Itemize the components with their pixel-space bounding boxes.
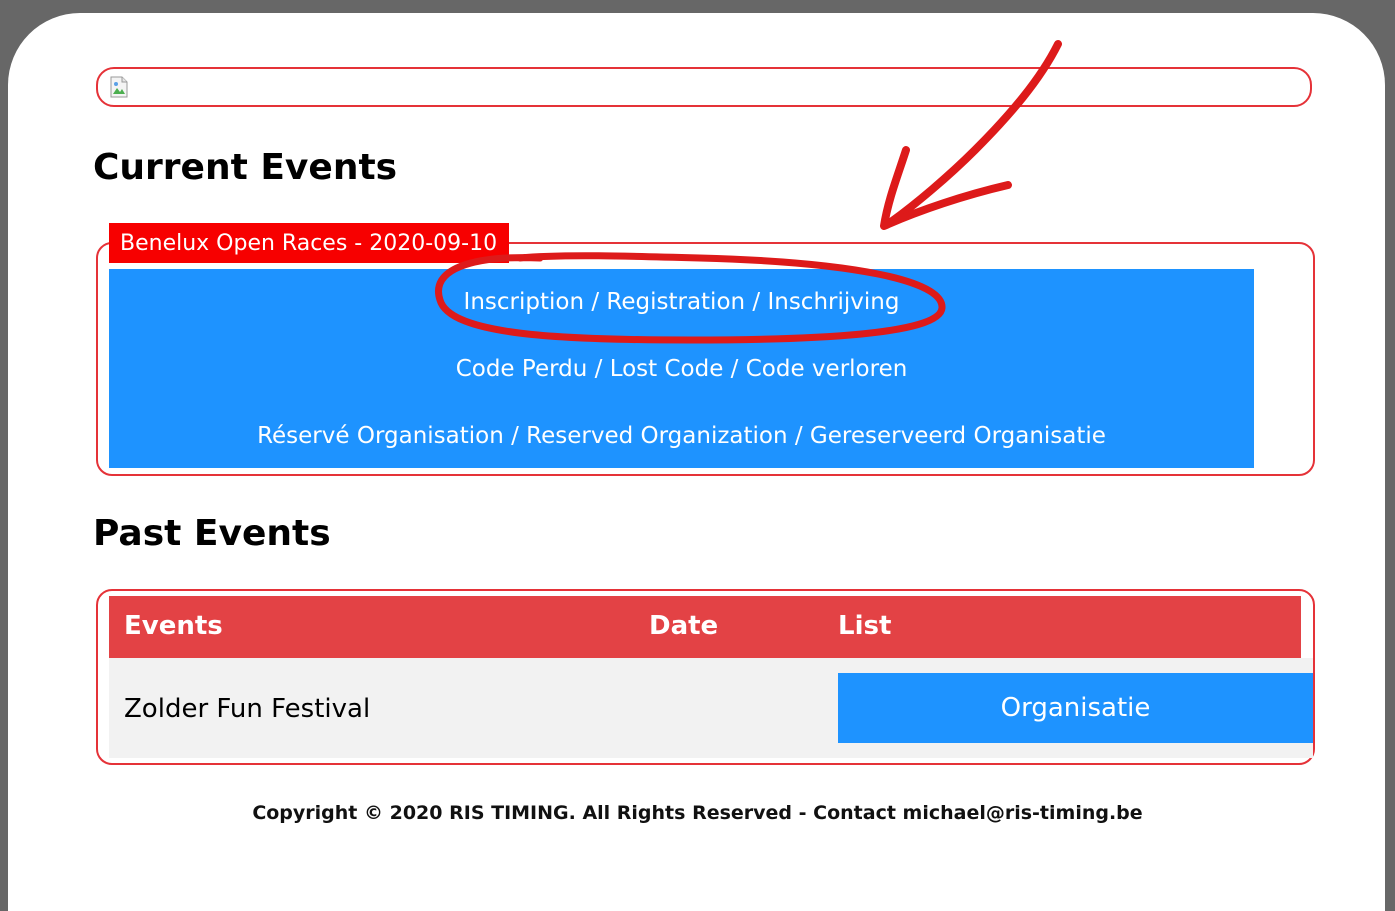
event-name-date-label: Benelux Open Races - 2020-09-10 (109, 223, 510, 263)
reserved-organization-link[interactable]: Réservé Organisation / Reserved Organiza… (109, 423, 1254, 449)
footer-copyright: Copyright © 2020 RIS TIMING. All Rights … (252, 802, 1143, 824)
column-header-events: Events (124, 611, 223, 641)
lost-code-link[interactable]: Code Perdu / Lost Code / Code verloren (109, 356, 1254, 382)
column-header-list: List (838, 611, 892, 641)
past-events-table-header: Events Date List (109, 596, 1301, 658)
event-name-cell: Zolder Fun Festival (124, 694, 371, 724)
table-row: Zolder Fun Festival Organisatie (109, 658, 1313, 758)
event-menu: Inscription / Registration / Inschrijvin… (109, 269, 1254, 468)
column-header-date: Date (649, 611, 719, 641)
current-events-title: Current Events (93, 147, 398, 188)
organisatie-button[interactable]: Organisatie (838, 673, 1313, 743)
header-banner (96, 67, 1312, 107)
page-card-corner (8, 831, 88, 911)
registration-link[interactable]: Inscription / Registration / Inschrijvin… (109, 289, 1254, 315)
past-events-title: Past Events (93, 513, 331, 554)
broken-image-icon (110, 76, 128, 98)
